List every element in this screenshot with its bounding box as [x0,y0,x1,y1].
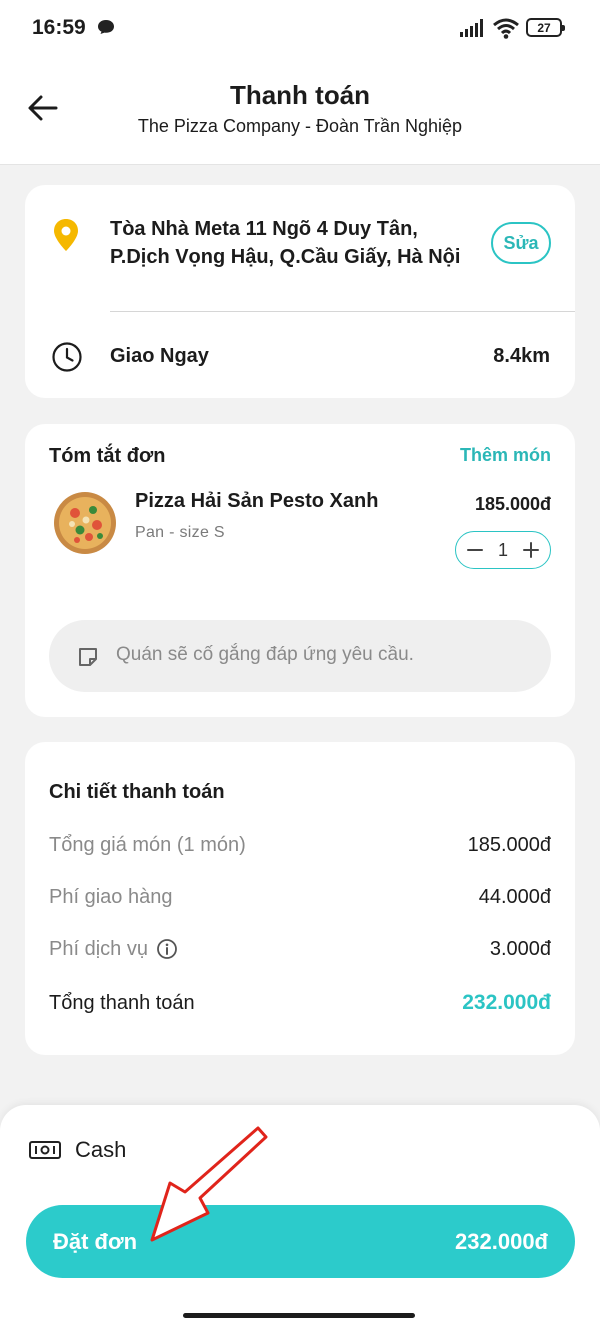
item-name: Pizza Hải Sản Pesto Xanh [135,490,379,512]
status-time: 16:59 [32,16,86,39]
delivery-fee-label: Phí giao hàng [49,885,173,908]
order-summary-title: Tóm tắt đơn [49,445,166,467]
checkout-bottom-sheet: Cash Đặt đơn 232.000đ [0,1105,600,1333]
cash-icon [29,1141,61,1159]
quantity-stepper: 1 [455,531,551,569]
quantity-value: 1 [497,539,508,560]
note-icon [79,648,97,666]
subtotal-label: Tổng giá món (1 món) [49,833,246,856]
payment-row-delivery-fee: Phí giao hàng 44.000đ [49,882,551,912]
subtotal-value: 185.000đ [467,833,551,856]
service-fee-value: 3.000đ [489,937,551,960]
decrease-quantity-button[interactable] [466,541,484,559]
payment-row-subtotal: Tổng giá món (1 món) 185.000đ [49,830,551,860]
pizza-image [54,492,116,554]
item-variant: Pan - size S [135,524,225,541]
delivery-address: Tòa Nhà Meta 11 Ngõ 4 Duy Tân, P.Dịch Vọ… [110,215,495,271]
chat-bubble-icon [98,20,114,34]
address-line-1: Tòa Nhà Meta 11 Ngõ 4 Duy Tân, [110,218,418,240]
total-label: Tổng thanh toán [49,991,195,1014]
page-title: Thanh toán [229,80,371,110]
place-order-total: 232.000đ [455,1228,548,1254]
delivery-distance: 8.4km [493,345,550,367]
info-icon[interactable] [156,938,178,960]
payment-method[interactable]: Cash [75,1137,126,1163]
place-order-button[interactable]: Đặt đơn 232.000đ [26,1205,575,1278]
place-order-label: Đặt đơn [53,1228,138,1254]
location-pin-icon [54,219,78,251]
total-value: 232.000đ [462,991,551,1014]
add-items-button[interactable]: Thêm món [460,445,551,466]
payment-row-service-fee: Phí dịch vụ 3.000đ [49,934,551,964]
edit-address-button[interactable]: Sửa [491,222,551,264]
service-fee-label: Phí dịch vụ [49,937,148,960]
item-price: 185.000đ [474,494,551,514]
note-placeholder: Quán sẽ cố gắng đáp ứng yêu cầu. [116,644,414,665]
restaurant-subtitle: The Pizza Company - Đoàn Trần Nghiệp [137,116,463,136]
increase-quantity-button[interactable] [522,541,540,559]
order-note-input[interactable]: Quán sẽ cố gắng đáp ứng yêu cầu. [49,620,551,692]
annotation-arrow-icon [150,1126,268,1242]
payment-row-total: Tổng thanh toán 232.000đ [49,988,551,1018]
order-summary-card: Tóm tắt đơn Thêm món Pizza Hải Sản Pesto… [25,424,575,717]
home-indicator[interactable] [183,1313,415,1318]
battery-level: 27 [537,20,551,35]
delivery-fee-value: 44.000đ [478,885,551,908]
payment-details-card: Chi tiết thanh toán Tổng giá món (1 món)… [25,742,575,1055]
delivery-time-option[interactable]: Giao Ngay [110,345,209,368]
divider [110,311,575,312]
clock-icon [52,342,82,372]
wifi-icon [493,18,519,39]
delivery-address-card: Tòa Nhà Meta 11 Ngõ 4 Duy Tân, P.Dịch Vọ… [25,185,575,398]
payment-details-title: Chi tiết thanh toán [49,781,225,803]
battery-indicator: 27 [526,18,565,37]
address-line-2: P.Dịch Vọng Hậu, Q.Cầu Giấy, Hà Nội [110,246,461,268]
header: 16:59 27 Thanh toán The Pizza Company - … [0,0,600,165]
signal-icon [460,19,483,37]
